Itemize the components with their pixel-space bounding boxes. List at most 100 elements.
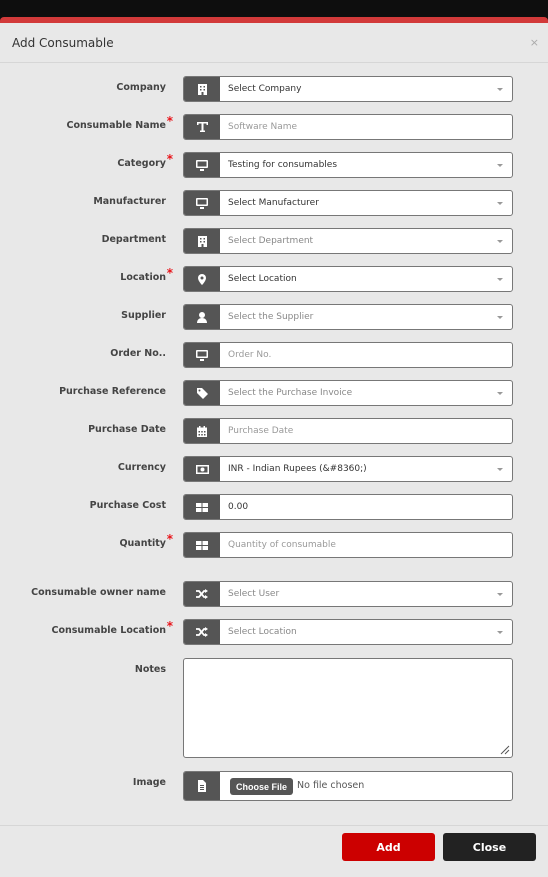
category-label: Category	[117, 158, 166, 169]
chevron-down-icon[interactable]	[497, 593, 503, 596]
purchase-date-input[interactable]: Purchase Date	[183, 418, 513, 444]
manufacturer-label: Manufacturer	[93, 196, 166, 207]
chevron-down-icon[interactable]	[497, 316, 503, 319]
category-value[interactable]: Testing for consumables	[228, 153, 492, 177]
chevron-down-icon[interactable]	[497, 468, 503, 471]
consumable-owner-name-select[interactable]: Select User	[183, 581, 513, 607]
department-value[interactable]: Select Department	[228, 229, 492, 253]
category-row: Category * Testing for consumables	[0, 152, 548, 178]
shuffle-icon	[184, 620, 220, 644]
grid-icon	[184, 533, 220, 557]
consumable-owner-name-label: Consumable owner name	[31, 587, 166, 598]
image-file-input[interactable]: Choose File No file chosen	[183, 771, 513, 801]
consumable-location-select[interactable]: Select Location	[183, 619, 513, 645]
resize-handle-icon[interactable]	[500, 745, 510, 755]
department-label: Department	[101, 234, 166, 245]
consumable-name-value[interactable]: Software Name	[228, 115, 492, 139]
consumable-location-label: Consumable Location	[51, 625, 166, 636]
shuffle-icon	[184, 582, 220, 606]
consumable-owner-name-value[interactable]: Select User	[228, 582, 492, 606]
close-button[interactable]: Close	[443, 833, 536, 861]
location-row: Location * Select Location	[0, 266, 548, 292]
chevron-down-icon[interactable]	[497, 631, 503, 634]
consumable-location-value[interactable]: Select Location	[228, 620, 492, 644]
chevron-down-icon[interactable]	[497, 240, 503, 243]
file-status: No file chosen	[297, 780, 365, 791]
notes-label: Notes	[134, 664, 166, 675]
company-select[interactable]: Select Company	[183, 76, 513, 102]
category-select[interactable]: Testing for consumables	[183, 152, 513, 178]
modal-title: Add Consumable	[12, 36, 114, 50]
quantity-label: Quantity	[119, 538, 166, 549]
chevron-down-icon[interactable]	[497, 392, 503, 395]
image-label: Image	[132, 777, 166, 788]
location-value[interactable]: Select Location	[228, 267, 492, 291]
company-value[interactable]: Select Company	[228, 77, 492, 101]
building-icon	[184, 77, 220, 101]
currency-select[interactable]: INR - Indian Rupees (&#8360;)	[183, 456, 513, 482]
consumable-location-row: Consumable Location * Select Location	[0, 619, 548, 645]
purchase-reference-row: Purchase Reference Select the Purchase In…	[0, 380, 548, 406]
location-label: Location	[120, 272, 166, 283]
purchase-reference-select[interactable]: Select the Purchase Invoice	[183, 380, 513, 406]
purchase-date-value[interactable]: Purchase Date	[228, 419, 492, 443]
manufacturer-select[interactable]: Select Manufacturer	[183, 190, 513, 216]
department-select[interactable]: Select Department	[183, 228, 513, 254]
purchase-reference-label: Purchase Reference	[59, 386, 166, 397]
supplier-label: Supplier	[121, 310, 166, 321]
monitor-icon	[184, 191, 220, 215]
company-row: Company Select Company	[0, 76, 548, 102]
map-marker-icon	[184, 267, 220, 291]
purchase-date-label: Purchase Date	[88, 424, 166, 435]
modal-header: Add Consumable ×	[0, 23, 548, 63]
choose-file-button[interactable]: Choose File	[230, 778, 294, 795]
department-row: Department Select Department	[0, 228, 548, 254]
purchase-date-row: Purchase Date Purchase Date	[0, 418, 548, 444]
calendar-icon	[184, 419, 220, 443]
consumable-name-input[interactable]: Software Name	[183, 114, 513, 140]
money-icon	[184, 457, 220, 481]
file-icon	[184, 772, 220, 800]
tag-icon	[184, 381, 220, 405]
chevron-down-icon[interactable]	[497, 278, 503, 281]
quantity-input[interactable]: Quantity of consumable	[183, 532, 513, 558]
chevron-down-icon[interactable]	[497, 88, 503, 91]
user-icon	[184, 305, 220, 329]
currency-row: Currency INR - Indian Rupees (&#8360;)	[0, 456, 548, 482]
grid-icon	[184, 495, 220, 519]
add-button[interactable]: Add	[342, 833, 435, 861]
purchase-cost-row: Purchase Cost 0.00	[0, 494, 548, 520]
consumable-name-label: Consumable Name	[66, 120, 167, 131]
required-asterisk: *	[166, 619, 173, 633]
order-no-value[interactable]: Order No.	[228, 343, 492, 367]
supplier-select[interactable]: Select the Supplier	[183, 304, 513, 330]
required-asterisk: *	[166, 152, 173, 166]
purchase-cost-input[interactable]: 0.00	[183, 494, 513, 520]
supplier-value[interactable]: Select the Supplier	[228, 305, 492, 329]
quantity-value[interactable]: Quantity of consumable	[228, 533, 492, 557]
consumable-owner-name-row: Consumable owner name Select User	[0, 581, 548, 607]
company-label: Company	[116, 82, 166, 93]
notes-textarea[interactable]	[183, 658, 513, 758]
location-select[interactable]: Select Location	[183, 266, 513, 292]
currency-value[interactable]: INR - Indian Rupees (&#8360;)	[228, 457, 492, 481]
purchase-cost-value[interactable]: 0.00	[228, 495, 492, 519]
required-asterisk: *	[166, 114, 173, 128]
required-asterisk: *	[166, 266, 173, 280]
close-icon[interactable]: ×	[530, 36, 539, 49]
manufacturer-value[interactable]: Select Manufacturer	[228, 191, 492, 215]
manufacturer-row: Manufacturer Select Manufacturer	[0, 190, 548, 216]
supplier-row: Supplier Select the Supplier	[0, 304, 548, 330]
chevron-down-icon[interactable]	[497, 164, 503, 167]
order-no-label: Order No..	[110, 348, 166, 359]
purchase-reference-value[interactable]: Select the Purchase Invoice	[228, 381, 492, 405]
order-no-row: Order No.. Order No.	[0, 342, 548, 368]
required-asterisk: *	[166, 532, 173, 546]
order-no-input[interactable]: Order No.	[183, 342, 513, 368]
monitor-icon	[184, 343, 220, 367]
text-icon	[184, 115, 220, 139]
chevron-down-icon[interactable]	[497, 202, 503, 205]
consumable-name-row: Consumable Name * Software Name	[0, 114, 548, 140]
quantity-row: Quantity * Quantity of consumable	[0, 532, 548, 558]
purchase-cost-label: Purchase Cost	[89, 500, 166, 511]
